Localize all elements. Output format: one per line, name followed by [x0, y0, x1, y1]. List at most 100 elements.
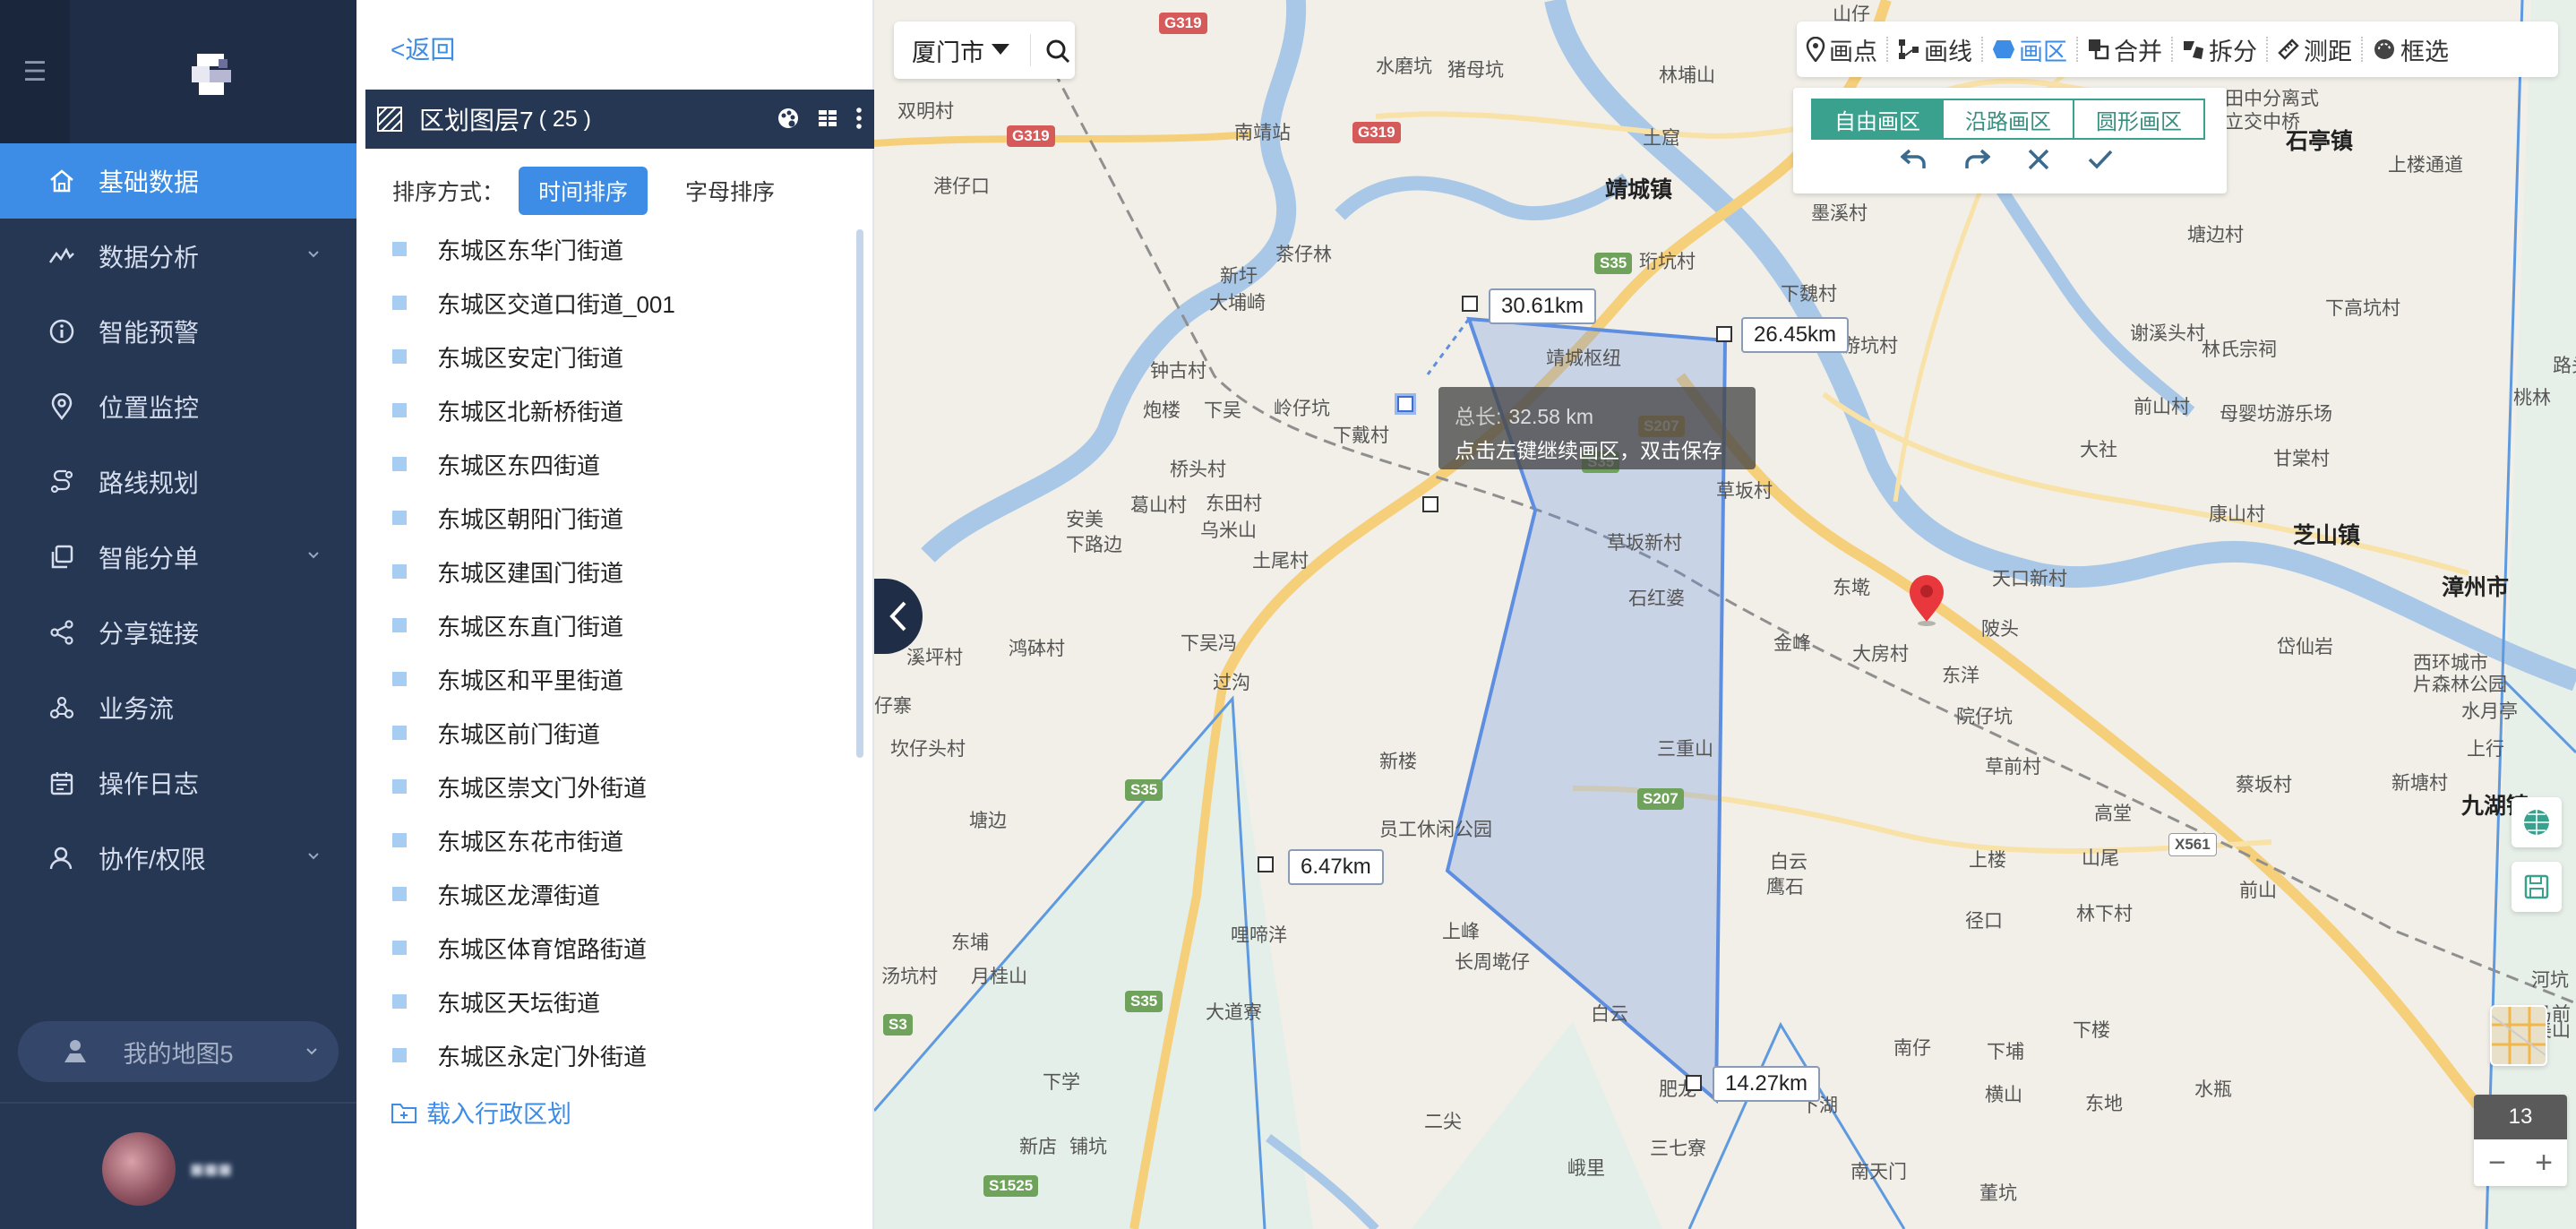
polygon-vertex[interactable]: [1686, 1075, 1702, 1091]
mode-along-road[interactable]: 沿路画区: [1942, 99, 2074, 140]
sort-by-time-button[interactable]: 时间排序: [519, 167, 648, 215]
region-list-item[interactable]: 东城区交道口街道_001: [392, 276, 840, 330]
place-label: 岱仙岩: [2277, 637, 2333, 657]
region-list-item[interactable]: 东城区东四街道: [392, 437, 840, 491]
layer-name: 区划图层7: [419, 107, 534, 134]
region-list-item[interactable]: 东城区建国门街道: [392, 545, 840, 598]
region-list-item[interactable]: 东城区安定门街道: [392, 330, 840, 383]
map-canvas[interactable]: 山仔 双明村 南靖站 水磨坑 猪母坑 林埔山 港仔口 土窟 靖城镇 墨溪村 田中分离式 立交中桥 石亭镇…: [874, 0, 2576, 1229]
measure-tool[interactable]: 测距: [2268, 21, 2361, 77]
load-admin-region-button[interactable]: 载入行政区划: [391, 1095, 571, 1130]
total-length-label: 总长:: [1455, 405, 1502, 428]
table-icon[interactable]: [817, 107, 838, 129]
check-icon[interactable]: [2087, 147, 2114, 172]
share-icon: [47, 617, 77, 648]
layer-toggle-button[interactable]: [2512, 797, 2562, 847]
place-label: 桥头村: [1170, 460, 1226, 480]
place-label: 东田村: [1206, 494, 1262, 514]
basemap-switcher[interactable]: [2490, 1005, 2547, 1066]
layer-tools: [776, 106, 863, 131]
place-label: 葛山村: [1130, 495, 1187, 516]
polygon-vertex-active[interactable]: [1397, 396, 1413, 412]
nav-item-route-planning[interactable]: 路线规划: [0, 444, 356, 520]
region-color-swatch: [392, 941, 407, 955]
place-label: 东墘: [1833, 578, 1870, 598]
zoom-in-button[interactable]: +: [2520, 1139, 2567, 1186]
place-label: 珩坑村: [1639, 252, 1696, 272]
divider: [1030, 34, 1031, 66]
split-tool[interactable]: 拆分: [2173, 21, 2266, 77]
place-label: 安美: [1066, 510, 1103, 530]
menu-collapse-icon[interactable]: ☰: [0, 0, 70, 143]
sort-by-alpha-button[interactable]: 字母排序: [665, 167, 794, 215]
polygon-vertex[interactable]: [1462, 296, 1478, 312]
search-icon[interactable]: [1044, 38, 1071, 64]
mode-circle[interactable]: 圆形画区: [2073, 99, 2205, 140]
polygon-vertex[interactable]: [1258, 856, 1274, 872]
nav-item-share-link[interactable]: 分享链接: [0, 595, 356, 670]
undo-icon[interactable]: [1901, 147, 1928, 172]
nav-item-operation-log[interactable]: 操作日志: [0, 745, 356, 821]
box-select-tool[interactable]: 框选: [2363, 21, 2458, 77]
region-list-item[interactable]: 东城区天坛街道: [392, 975, 840, 1028]
list-scrollbar[interactable]: [856, 229, 863, 758]
place-label: 林埔山: [1659, 65, 1715, 86]
chart-line-icon: [47, 241, 77, 271]
region-list-item[interactable]: 东城区前门街道: [392, 706, 840, 760]
region-list-item[interactable]: 东城区东直门街道: [392, 598, 840, 652]
app-logo: [192, 54, 231, 95]
back-link[interactable]: <返回: [391, 30, 455, 66]
region-color-swatch: [392, 672, 407, 686]
nav-item-workflow[interactable]: 业务流: [0, 670, 356, 745]
draw-area-tool[interactable]: 画区: [1983, 21, 2076, 77]
region-list-item[interactable]: 东城区龙潭街道: [392, 867, 840, 921]
merge-tool[interactable]: 合并: [2078, 21, 2171, 77]
nav-item-location-monitor[interactable]: 位置监控: [0, 369, 356, 444]
region-list-item[interactable]: 东城区和平里街道: [392, 652, 840, 706]
map-marker-icon[interactable]: [1906, 573, 1947, 627]
my-map-selector[interactable]: 我的地图5: [18, 1021, 339, 1082]
place-label: 新塘村: [2391, 773, 2448, 794]
place-label: 母婴坊游乐场: [2220, 404, 2332, 425]
avatar[interactable]: [102, 1132, 176, 1206]
region-list-item[interactable]: 东城区体育馆路街道: [392, 921, 840, 975]
nav-item-basic-data[interactable]: 基础数据: [0, 143, 356, 219]
place-label: 下路边: [1066, 535, 1122, 555]
region-list-item[interactable]: 东城区东花市街道: [392, 813, 840, 867]
draw-line-tool[interactable]: 画线: [1888, 21, 1981, 77]
redo-icon[interactable]: [1963, 147, 1990, 172]
grid-globe-icon: [2524, 810, 2549, 835]
region-list-item[interactable]: 东城区朝阳门街道: [392, 491, 840, 545]
zoom-out-button[interactable]: −: [2474, 1139, 2520, 1186]
nav-item-smart-alert[interactable]: 智能预警: [0, 294, 356, 369]
place-label: 路头: [2553, 356, 2576, 376]
nav-item-smart-dispatch[interactable]: 智能分单: [0, 520, 356, 595]
draw-point-tool[interactable]: 画点: [1797, 21, 1886, 77]
polygon-vertex[interactable]: [1422, 496, 1438, 512]
mode-free-draw[interactable]: 自由画区: [1811, 99, 1944, 140]
place-label: 乌米山: [1200, 520, 1257, 541]
region-list-item[interactable]: 东城区崇文门外街道: [392, 760, 840, 813]
region-list-item[interactable]: 东城区永定门外街道: [392, 1028, 840, 1082]
map-user-icon: [64, 1040, 86, 1062]
nav-item-collaboration[interactable]: 协作/权限: [0, 821, 356, 896]
close-icon[interactable]: [2026, 147, 2051, 172]
region-name: 东城区东四街道: [437, 451, 601, 479]
region-list-item[interactable]: 东城区北新桥街道: [392, 383, 840, 437]
city-selector[interactable]: 厦门市: [894, 21, 1075, 79]
place-label: 塘边: [969, 811, 1007, 831]
more-vertical-icon[interactable]: [854, 106, 863, 131]
zoom-level: 13: [2474, 1095, 2567, 1139]
palette-icon[interactable]: [776, 106, 801, 131]
save-map-button[interactable]: [2512, 862, 2562, 912]
place-label: 靖城镇: [1605, 177, 1673, 202]
place-label: 塘边村: [2187, 225, 2244, 245]
place-label: 下楼: [2073, 1020, 2110, 1041]
place-label: 水磨坑: [1376, 56, 1432, 77]
nav-item-data-analysis[interactable]: 数据分析: [0, 219, 356, 294]
region-name: 东城区天坛街道: [437, 989, 601, 1017]
region-list-item[interactable]: 东城区东华门街道: [392, 222, 840, 276]
polygon-vertex[interactable]: [1716, 326, 1732, 342]
place-label: 峨里: [1567, 1158, 1605, 1179]
region-name: 东城区体育馆路街道: [437, 935, 648, 963]
